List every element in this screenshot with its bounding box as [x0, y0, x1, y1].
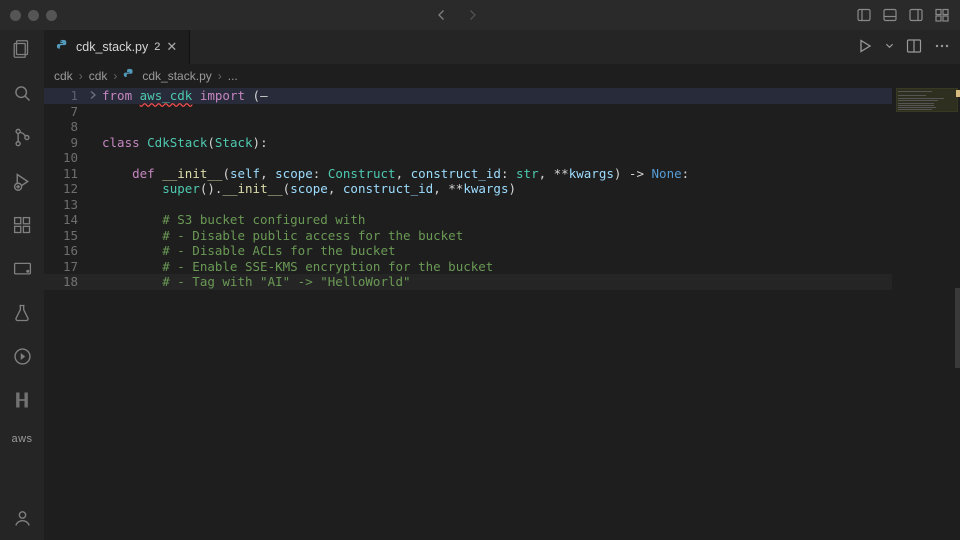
- source-control-icon[interactable]: [12, 127, 33, 151]
- testing-icon[interactable]: [12, 303, 32, 326]
- references-icon[interactable]: [12, 346, 33, 370]
- aws-toolkit-icon[interactable]: aws: [11, 433, 32, 445]
- tab-filename: cdk_stack.py: [76, 40, 148, 54]
- minimize-window-button[interactable]: [28, 10, 39, 21]
- python-file-icon: [56, 39, 70, 56]
- breadcrumb-file[interactable]: cdk_stack.py: [142, 69, 211, 83]
- window-controls[interactable]: [10, 10, 57, 21]
- search-icon[interactable]: [12, 83, 33, 107]
- line-number-gutter: 1789101112131415161718: [44, 88, 88, 540]
- chevron-right-icon: ›: [113, 69, 117, 83]
- extensions-icon[interactable]: [12, 215, 33, 239]
- minimap-warning-marker: [956, 90, 960, 97]
- split-editor-icon[interactable]: [906, 38, 922, 57]
- nav-back-icon[interactable]: [434, 7, 450, 23]
- run-dropdown-icon[interactable]: [885, 38, 894, 57]
- remote-icon[interactable]: [12, 259, 33, 283]
- run-file-icon[interactable]: [857, 38, 873, 57]
- vertical-scrollbar-thumb[interactable]: [955, 288, 960, 368]
- fold-collapsed-icon[interactable]: [88, 90, 98, 100]
- nav-forward-icon[interactable]: [464, 7, 480, 23]
- chevron-right-icon: ›: [218, 69, 222, 83]
- editor-group: cdk_stack.py 2 ✕ cdk › cdk › cdk_stack.p…: [44, 30, 960, 540]
- code-content[interactable]: from aws_cdk import (— class CdkStack(St…: [102, 88, 960, 540]
- breadcrumb-seg[interactable]: cdk: [54, 69, 73, 83]
- explorer-icon[interactable]: [11, 38, 33, 63]
- zoom-window-button[interactable]: [46, 10, 57, 21]
- panel-toggle-right-icon[interactable]: [908, 7, 924, 23]
- tab-cdk-stack[interactable]: cdk_stack.py 2 ✕: [44, 30, 190, 64]
- breadcrumb-tail[interactable]: ...: [228, 69, 238, 83]
- tab-close-icon[interactable]: ✕: [166, 39, 177, 55]
- minimap[interactable]: [894, 88, 960, 540]
- window-titlebar: [0, 0, 960, 30]
- close-window-button[interactable]: [10, 10, 21, 21]
- panel-toggle-left-icon[interactable]: [856, 7, 872, 23]
- python-file-icon: [123, 68, 136, 84]
- layout-grid-icon[interactable]: [934, 7, 950, 23]
- editor-more-icon[interactable]: [934, 38, 950, 57]
- breadcrumb[interactable]: cdk › cdk › cdk_stack.py › ...: [44, 64, 960, 88]
- accounts-icon[interactable]: [12, 508, 33, 532]
- breadcrumb-seg[interactable]: cdk: [89, 69, 108, 83]
- editor-pane[interactable]: 1789101112131415161718 from aws_cdk impo…: [44, 88, 960, 540]
- run-debug-icon[interactable]: [12, 171, 33, 195]
- activity-bar: aws: [0, 30, 44, 540]
- tab-bar: cdk_stack.py 2 ✕: [44, 30, 960, 64]
- panel-toggle-bottom-icon[interactable]: [882, 7, 898, 23]
- tab-dirty-indicator: 2: [154, 41, 160, 53]
- fold-gutter[interactable]: [88, 88, 102, 540]
- hashicorp-icon[interactable]: [12, 390, 32, 413]
- chevron-right-icon: ›: [79, 69, 83, 83]
